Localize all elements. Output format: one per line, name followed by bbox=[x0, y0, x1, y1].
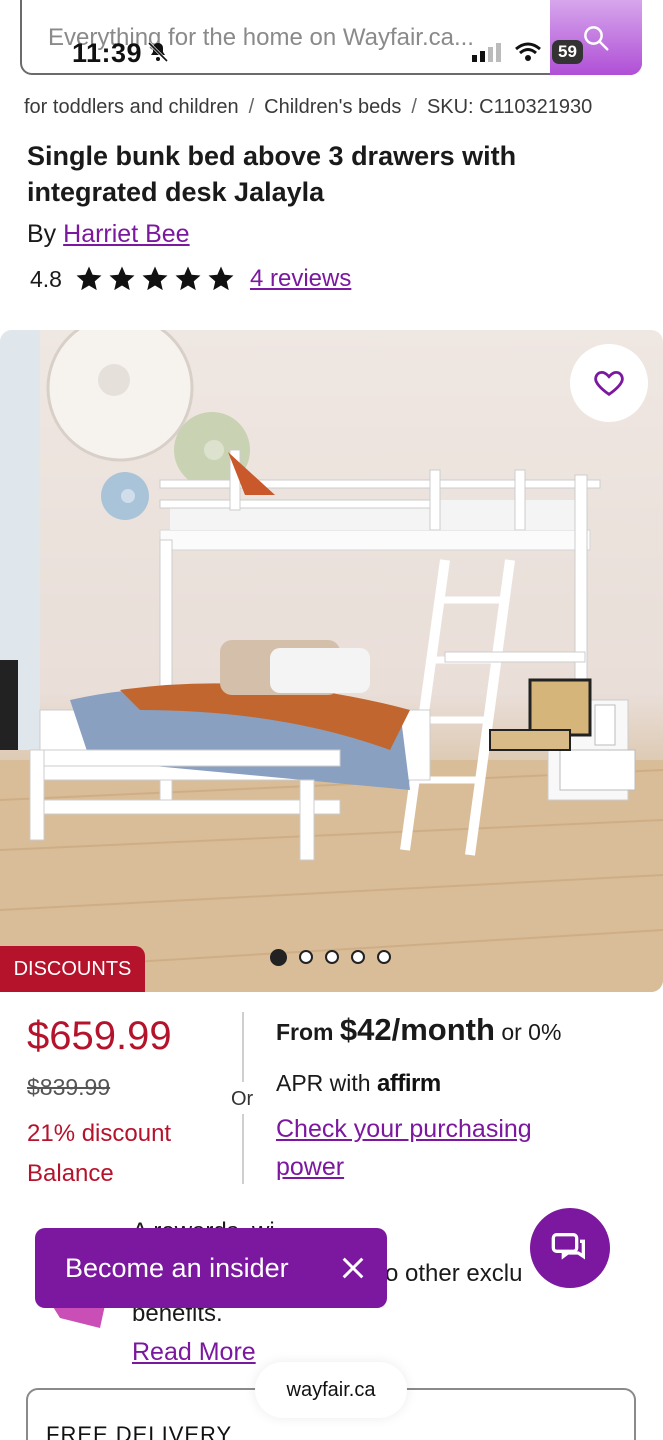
favorite-button[interactable] bbox=[570, 344, 648, 422]
check-purchasing-power-link[interactable]: Check your purchasing power bbox=[276, 1110, 576, 1186]
current-price: $659.99 bbox=[27, 1014, 172, 1058]
financing-monthly: From $42/month or 0% bbox=[276, 1012, 561, 1048]
image-carousel-dots bbox=[270, 949, 391, 966]
financing-apr: APR with affirm bbox=[276, 1070, 441, 1098]
affirm-logo: affirm bbox=[376, 1070, 441, 1097]
browser-url[interactable]: wayfair.ca bbox=[255, 1362, 407, 1418]
star-icon bbox=[142, 266, 168, 291]
signal-icon bbox=[472, 43, 501, 62]
balance-label: Balance bbox=[27, 1160, 114, 1187]
financing-apr-label: APR with bbox=[276, 1070, 371, 1096]
breadcrumb-separator: / bbox=[411, 96, 417, 118]
wifi-icon bbox=[515, 42, 541, 61]
financing-amount: $42/month bbox=[339, 1012, 495, 1047]
search-icon bbox=[584, 25, 609, 50]
star-icon bbox=[76, 266, 102, 291]
status-time: 11:39 bbox=[72, 38, 143, 68]
bunk-bed-illustration bbox=[0, 330, 663, 992]
discounts-badge: DISCOUNTS bbox=[0, 946, 145, 992]
breadcrumb-item[interactable]: Children's beds bbox=[264, 96, 401, 118]
rating-value: 4.8 bbox=[30, 265, 62, 292]
carousel-dot[interactable] bbox=[270, 949, 287, 966]
original-price: $839.99 bbox=[27, 1074, 111, 1100]
bell-muted-icon bbox=[146, 40, 170, 69]
byline: By Harriet Bee bbox=[27, 220, 190, 249]
divider bbox=[242, 1114, 244, 1184]
carousel-dot[interactable] bbox=[351, 950, 365, 964]
reviews-link[interactable]: 4 reviews bbox=[250, 265, 351, 293]
star-icon bbox=[175, 266, 201, 291]
or-label: Or bbox=[231, 1088, 254, 1110]
breadcrumb-item[interactable]: for toddlers and children bbox=[24, 96, 239, 118]
rating: 4.8 4 reviews bbox=[30, 264, 351, 294]
product-title: Single bunk bed above 3 drawers with int… bbox=[27, 141, 517, 207]
close-icon[interactable] bbox=[339, 1254, 367, 1282]
heart-icon bbox=[594, 370, 624, 397]
breadcrumb-sku: SKU: C110321930 bbox=[426, 96, 593, 118]
insider-banner[interactable]: Become an insider bbox=[35, 1228, 387, 1308]
brand-link[interactable]: Harriet Bee bbox=[63, 220, 189, 248]
status-indicators: 59 bbox=[470, 40, 583, 64]
star-icon bbox=[109, 266, 135, 291]
divider bbox=[242, 1012, 244, 1082]
delivery-label: FREE DELIVERY bbox=[46, 1422, 233, 1440]
carousel-dot[interactable] bbox=[299, 950, 313, 964]
star-rating bbox=[74, 264, 236, 294]
breadcrumb: for toddlers and children / Children's bed… bbox=[24, 96, 592, 119]
chat-icon bbox=[551, 1233, 585, 1260]
financing-or: or 0% bbox=[501, 1019, 562, 1045]
carousel-dot[interactable] bbox=[377, 950, 391, 964]
battery-indicator: 59 bbox=[552, 40, 583, 64]
product-image[interactable] bbox=[0, 330, 663, 992]
rewards-text: o other exclu bbox=[385, 1260, 523, 1287]
financing-from-label: From bbox=[276, 1019, 334, 1045]
by-label: By bbox=[27, 220, 57, 248]
discount-percent: 21% discount bbox=[27, 1120, 172, 1147]
chat-button[interactable] bbox=[530, 1208, 610, 1288]
read-more-link[interactable]: Read More bbox=[132, 1338, 256, 1367]
breadcrumb-separator: / bbox=[248, 96, 255, 118]
carousel-dot[interactable] bbox=[325, 950, 339, 964]
insider-label: Become an insider bbox=[65, 1252, 289, 1283]
star-icon bbox=[208, 266, 234, 291]
